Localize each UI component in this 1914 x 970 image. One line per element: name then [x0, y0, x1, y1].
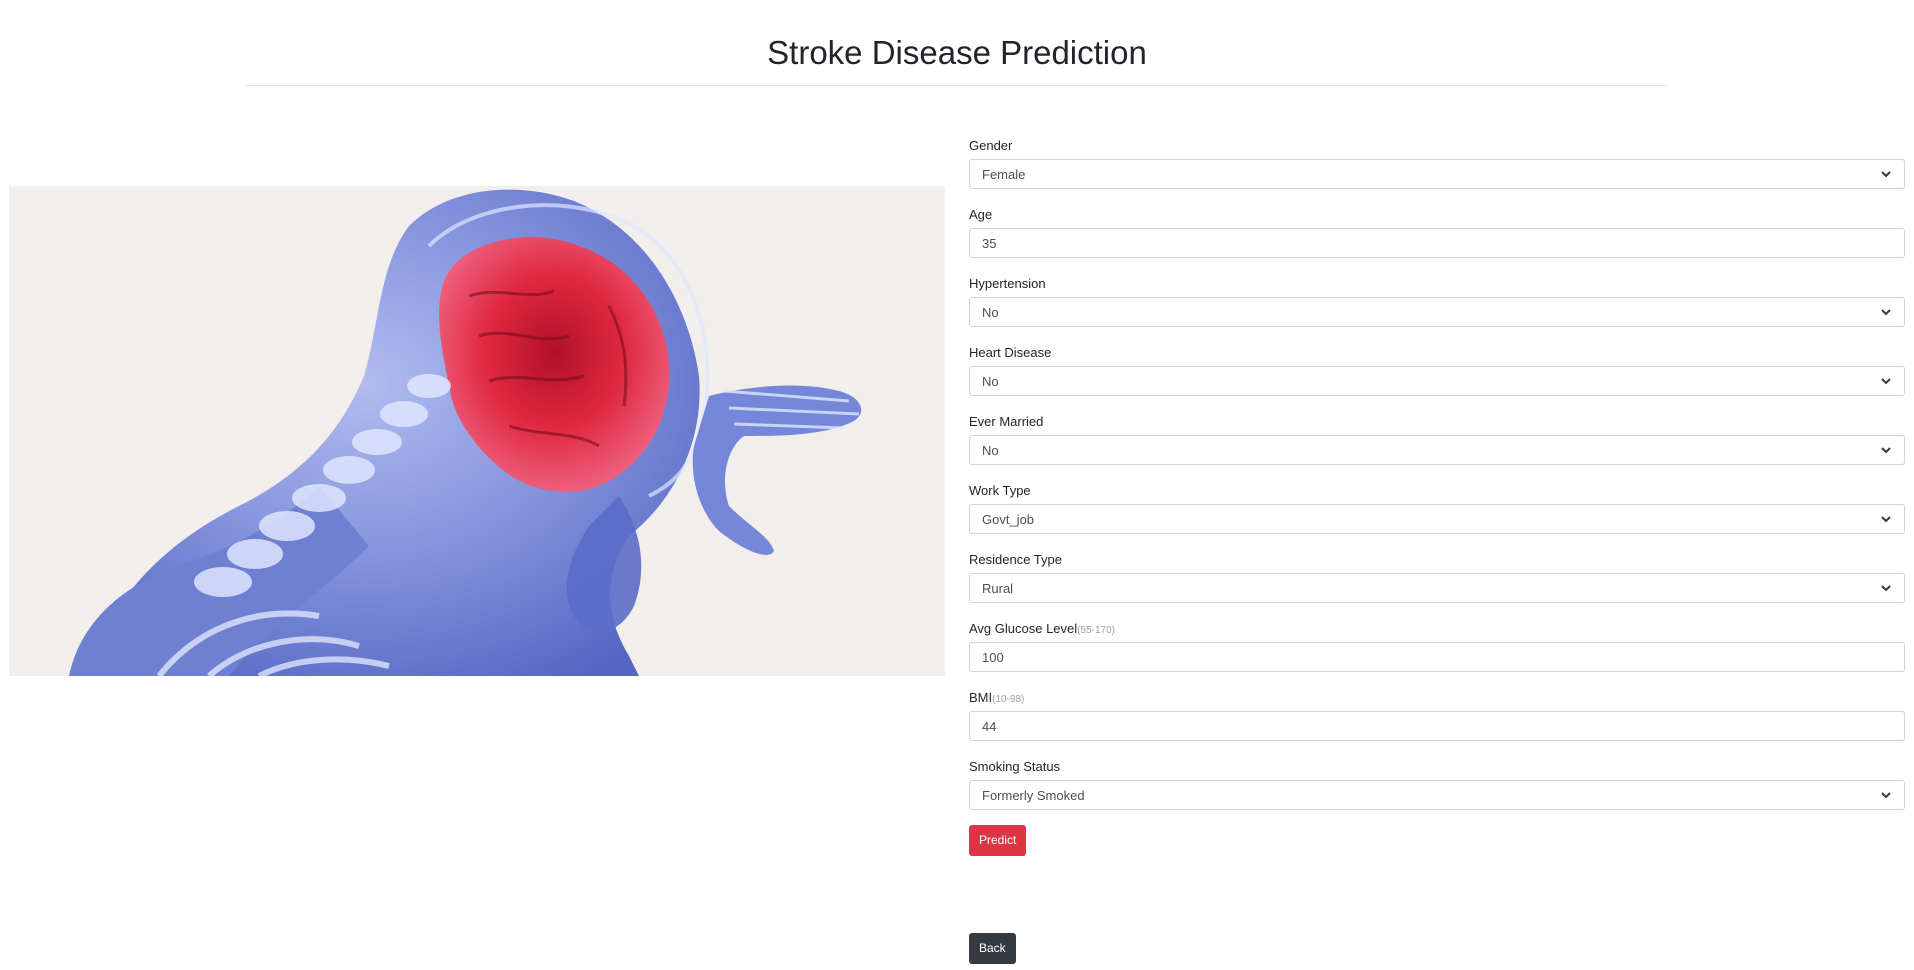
- chevron-down-icon: [1881, 309, 1891, 316]
- gender-value: Female: [982, 166, 1026, 182]
- bmi-value: 44: [982, 718, 997, 734]
- bmi-hint: (10-98): [992, 694, 1025, 705]
- ever-married-select[interactable]: No: [969, 435, 1905, 465]
- smoking-status-select[interactable]: Formerly Smoked: [969, 780, 1905, 810]
- hypertension-value: No: [982, 304, 999, 320]
- work-type-label: Work Type: [969, 483, 1031, 498]
- avg-glucose-hint: (55-170): [1077, 625, 1115, 636]
- avg-glucose-field: Avg Glucose Level(55-170) 100: [969, 620, 1905, 689]
- bmi-label: BMI(10-98): [969, 690, 1025, 705]
- residence-type-label: Residence Type: [969, 552, 1062, 567]
- gender-field: Gender Female: [969, 137, 1905, 206]
- residence-type-field: Residence Type Rural: [969, 551, 1905, 620]
- chevron-down-icon: [1881, 171, 1891, 178]
- age-label: Age: [969, 207, 993, 222]
- bmi-field: BMI(10-98) 44: [969, 689, 1905, 758]
- avg-glucose-input[interactable]: 100: [969, 642, 1905, 672]
- smoking-status-label: Smoking Status: [969, 759, 1061, 774]
- predict-button[interactable]: Predict: [969, 825, 1027, 856]
- work-type-value: Govt_job: [982, 511, 1035, 527]
- residence-type-select[interactable]: Rural: [969, 573, 1905, 603]
- heart-disease-value: No: [982, 373, 999, 389]
- prediction-form: Gender Female Age 35 Hypertension No Hea…: [969, 137, 1905, 827]
- age-value: 35: [982, 235, 997, 251]
- smoking-status-value: Formerly Smoked: [982, 787, 1085, 803]
- chevron-down-icon: [1881, 378, 1891, 385]
- chevron-down-icon: [1881, 516, 1891, 523]
- residence-type-value: Rural: [982, 580, 1014, 596]
- avg-glucose-label: Avg Glucose Level(55-170): [969, 621, 1115, 636]
- heart-disease-select[interactable]: No: [969, 366, 1905, 396]
- hypertension-select[interactable]: No: [969, 297, 1905, 327]
- work-type-select[interactable]: Govt_job: [969, 504, 1905, 534]
- page-title: Stroke Disease Prediction: [767, 34, 1147, 71]
- ever-married-value: No: [982, 442, 999, 458]
- chevron-down-icon: [1881, 585, 1891, 592]
- hero-image: [9, 186, 945, 676]
- heart-disease-field: Heart Disease No: [969, 344, 1905, 413]
- title-divider: [245, 85, 1668, 86]
- heart-disease-label: Heart Disease: [969, 345, 1052, 360]
- chevron-down-icon: [1881, 792, 1891, 799]
- brain-skeleton-illustration: [69, 189, 862, 676]
- hypertension-field: Hypertension No: [969, 275, 1905, 344]
- gender-label: Gender: [969, 138, 1013, 153]
- age-field: Age 35: [969, 206, 1905, 275]
- hypertension-label: Hypertension: [969, 276, 1046, 291]
- age-input[interactable]: 35: [969, 228, 1905, 258]
- gender-select[interactable]: Female: [969, 159, 1905, 189]
- ever-married-label: Ever Married: [969, 414, 1044, 429]
- work-type-field: Work Type Govt_job: [969, 482, 1905, 551]
- bmi-input[interactable]: 44: [969, 711, 1905, 741]
- chevron-down-icon: [1881, 447, 1891, 454]
- smoking-status-field: Smoking Status Formerly Smoked: [969, 758, 1905, 827]
- ever-married-field: Ever Married No: [969, 413, 1905, 482]
- avg-glucose-value: 100: [982, 649, 1004, 665]
- back-button[interactable]: Back: [969, 933, 1016, 964]
